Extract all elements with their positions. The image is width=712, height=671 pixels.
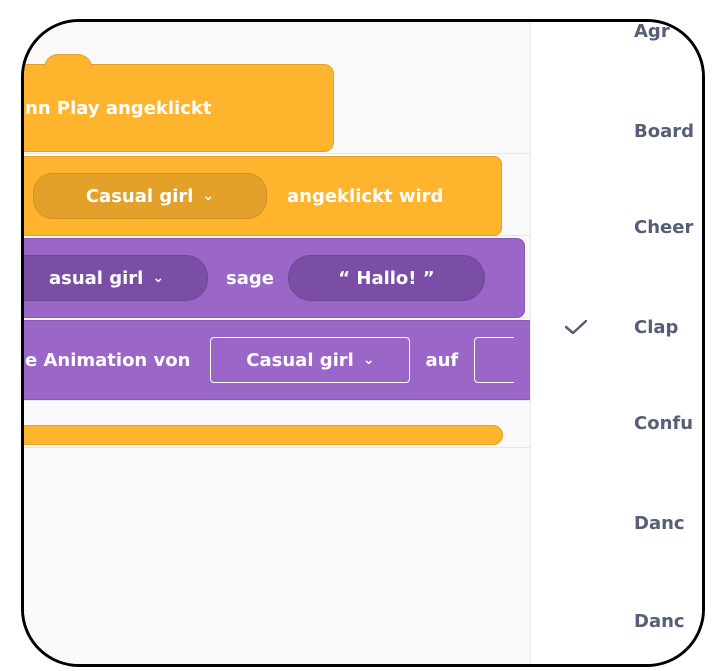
sprite-dropdown-label: Casual girl [246, 349, 354, 371]
block-text: e Animation von [25, 349, 191, 371]
menu-item-label: Clap [634, 316, 679, 338]
block-text: auf [425, 349, 459, 371]
chevron-down-icon: ⌄ [202, 188, 215, 204]
menu-item[interactable]: Danc [531, 503, 702, 543]
menu-item[interactable]: Confu [531, 403, 702, 443]
block-text: sage [226, 267, 274, 289]
chevron-down-icon: ⌄ [362, 352, 375, 368]
screen-frame: nn Play angeklickt Casual girl ⌄ angeklic… [21, 19, 705, 667]
hat-block-label: nn Play angeklickt [25, 97, 212, 119]
grid-line [24, 400, 531, 401]
menu-item-label: Cheer [634, 216, 694, 238]
sprite-dropdown[interactable]: asual girl ⌄ [24, 255, 208, 301]
menu-item[interactable]: Agr [531, 20, 702, 51]
menu-item-label: Board [634, 120, 694, 142]
menu-item-label: Danc [634, 512, 685, 534]
block-text: angeklickt wird [287, 185, 444, 207]
menu-item[interactable]: Board [531, 111, 702, 151]
animation-dropdown[interactable] [474, 337, 515, 383]
sprite-dropdown[interactable]: Casual girl ⌄ [33, 173, 267, 219]
hat-block-bump [44, 54, 92, 68]
animation-dropdown-menu: Agr Board Cheer Clap Confu Danc Danc [530, 20, 702, 664]
sprite-dropdown-label: asual girl [48, 267, 144, 289]
sprite-dropdown-label: Casual girl [85, 185, 194, 207]
sprite-dropdown[interactable]: Casual girl ⌄ [210, 337, 411, 383]
menu-item-label: Confu [634, 412, 694, 434]
say-block[interactable]: asual girl ⌄ sage “ Hallo! ” [24, 238, 525, 318]
message-input[interactable]: “ Hallo! ” [287, 255, 485, 301]
check-icon [565, 320, 587, 334]
hat-block-footer [24, 425, 503, 445]
code-workspace[interactable]: nn Play angeklickt Casual girl ⌄ angeklic… [24, 22, 534, 664]
grid-line [24, 447, 531, 448]
chevron-down-icon: ⌄ [152, 270, 165, 286]
menu-item[interactable]: Cheer [531, 207, 702, 247]
menu-item-selected[interactable]: Clap [531, 307, 702, 347]
when-play-clicked-hat-block[interactable]: nn Play angeklickt [24, 64, 334, 152]
menu-item-label: Danc [634, 610, 685, 632]
set-animation-block[interactable]: e Animation von Casual girl ⌄ auf [24, 320, 534, 400]
grid-line [24, 153, 531, 154]
when-sprite-clicked-block[interactable]: Casual girl ⌄ angeklickt wird [24, 156, 502, 236]
menu-item[interactable]: Danc [531, 601, 702, 641]
menu-item-label: Agr [634, 20, 670, 42]
